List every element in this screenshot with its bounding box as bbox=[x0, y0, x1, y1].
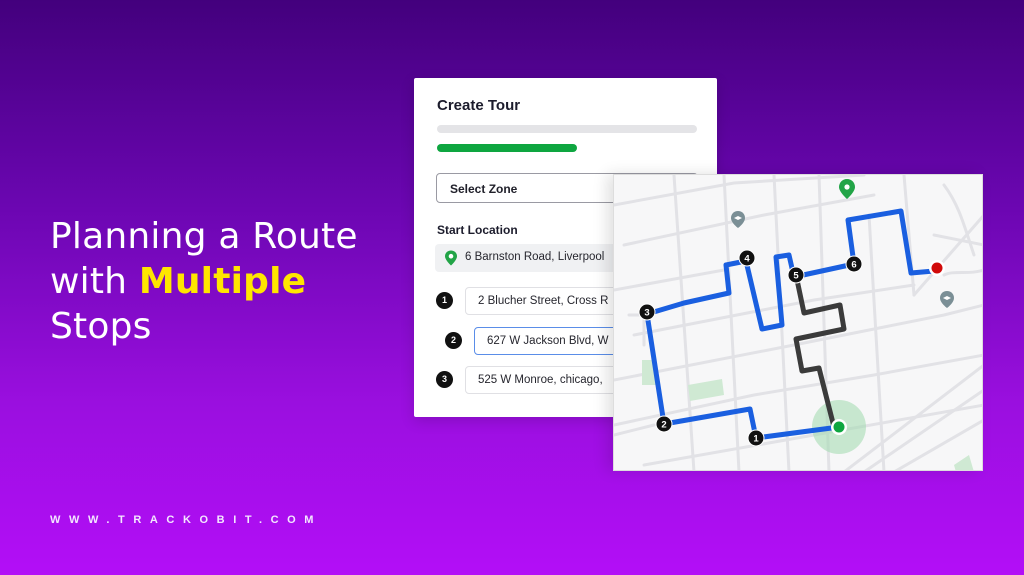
route-stop-marker[interactable]: 4 bbox=[738, 249, 756, 267]
route-stop-marker[interactable]: 2 bbox=[655, 415, 673, 433]
hero-headline: Planning a Route with Multiple Stops bbox=[50, 214, 358, 349]
school-pin-icon bbox=[940, 291, 954, 308]
headline-line-2-prefix: with bbox=[50, 261, 139, 302]
route-stop-marker[interactable]: 1 bbox=[747, 429, 765, 447]
progress-bar bbox=[437, 144, 697, 152]
route-map[interactable]: 1 2 3 4 5 6 bbox=[613, 174, 983, 471]
headline-line-3: Stops bbox=[50, 306, 152, 347]
progress-track-placeholder bbox=[437, 125, 697, 133]
park-area bbox=[954, 455, 974, 470]
route-stop-marker[interactable]: 5 bbox=[787, 266, 805, 284]
start-location-label: Start Location bbox=[437, 223, 518, 237]
stop-number-badge: 2 bbox=[445, 332, 462, 349]
route-stop-marker[interactable]: 3 bbox=[638, 303, 656, 321]
headline-line-1: Planning a Route bbox=[50, 216, 358, 257]
green-location-pin-icon bbox=[839, 179, 855, 199]
location-pin-icon bbox=[445, 250, 457, 266]
school-pin-icon bbox=[731, 211, 745, 228]
card-title: Create Tour bbox=[437, 97, 521, 114]
progress-fill bbox=[437, 144, 578, 152]
stop-number-badge: 3 bbox=[436, 371, 453, 388]
start-point bbox=[833, 421, 845, 433]
headline-line-2: with Multiple bbox=[50, 259, 358, 304]
website-link[interactable]: WWW.TRACKOBIT.COM bbox=[50, 514, 322, 526]
start-location-value: 6 Barnston Road, Liverpool bbox=[465, 251, 605, 263]
headline-accent-word: Multiple bbox=[138, 261, 307, 302]
end-point bbox=[931, 262, 943, 274]
stop-number-badge: 1 bbox=[436, 292, 453, 309]
park-area bbox=[688, 379, 724, 401]
route-stop-marker[interactable]: 6 bbox=[845, 255, 863, 273]
